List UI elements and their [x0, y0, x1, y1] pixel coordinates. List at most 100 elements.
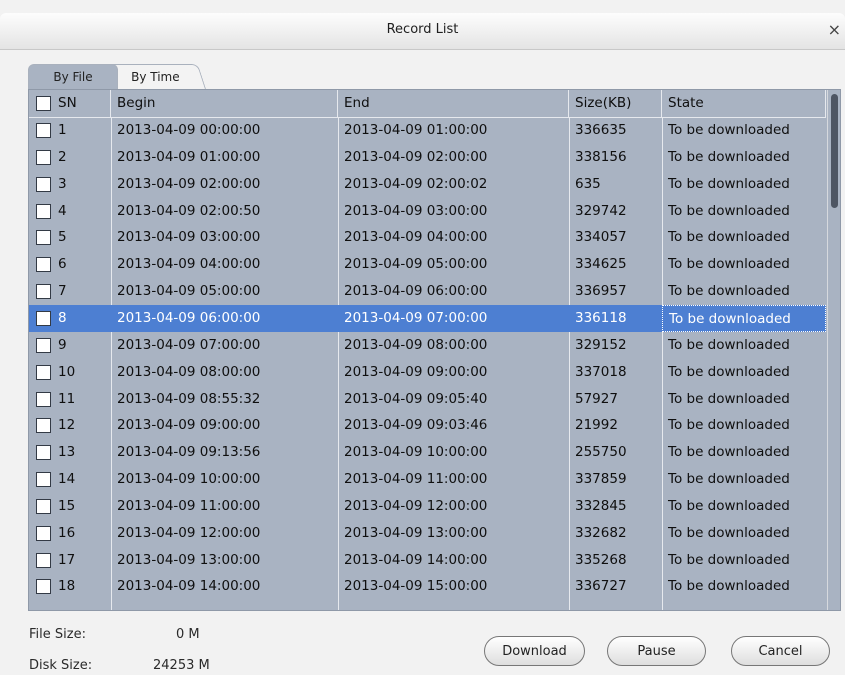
begin-cell: 2013-04-09 05:00:00: [117, 283, 261, 300]
column-header-begin[interactable]: Begin: [111, 90, 338, 117]
begin-cell: 2013-04-09 01:00:00: [117, 148, 261, 165]
end-cell: 2013-04-09 02:00:00: [344, 148, 488, 165]
row-checkbox[interactable]: [36, 123, 51, 138]
end-cell: 2013-04-09 04:00:00: [344, 229, 488, 246]
row-checkbox[interactable]: [36, 230, 51, 246]
sn-value: 2: [58, 148, 67, 165]
begin-cell: 2013-04-09 02:00:00: [117, 175, 261, 192]
row-checkbox[interactable]: [36, 203, 51, 219]
row-checkbox[interactable]: [36, 284, 51, 300]
row-checkbox[interactable]: [36, 364, 51, 380]
row-checkbox[interactable]: [36, 552, 51, 568]
table-row[interactable]: 1 2013-04-09 00:00:00 2013-04-09 01:00:00 3…: [29, 117, 826, 144]
sn-value: 1: [58, 122, 67, 138]
row-checkbox[interactable]: [36, 149, 51, 165]
close-icon[interactable]: ×: [828, 20, 841, 39]
state-cell: To be downloaded: [668, 336, 790, 353]
table-row[interactable]: 4 2013-04-09 02:00:50 2013-04-09 03:00:00 3…: [29, 198, 826, 225]
state-cell: To be downloaded: [668, 551, 790, 568]
row-checkbox[interactable]: [36, 337, 51, 353]
download-button[interactable]: Download: [484, 636, 585, 666]
table-row[interactable]: 15 2013-04-09 11:00:00 2013-04-09 12:00:00…: [29, 493, 826, 520]
table-row[interactable]: 13 2013-04-09 09:13:56 2013-04-09 10:00:00…: [29, 439, 826, 466]
sn-cell: 14: [29, 466, 111, 493]
sn-value: 5: [58, 229, 67, 246]
row-checkbox[interactable]: [36, 525, 51, 541]
column-header-size[interactable]: Size(KB): [569, 90, 662, 117]
size-cell: 57927: [575, 390, 618, 407]
table-row[interactable]: 3 2013-04-09 02:00:00 2013-04-09 02:00:02 6…: [29, 171, 826, 198]
table-row[interactable]: 10 2013-04-09 08:00:00 2013-04-09 09:00:00…: [29, 359, 826, 386]
column-header-end[interactable]: End: [338, 90, 569, 117]
end-cell: 2013-04-09 02:00:02: [344, 175, 488, 192]
state-cell: To be downloaded: [668, 229, 790, 246]
size-cell: 635: [575, 175, 601, 192]
file-size-label: File Size:: [29, 627, 86, 642]
sn-cell: 15: [29, 493, 111, 520]
sn-cell: 12: [29, 412, 111, 439]
tab-by-time[interactable]: By Time: [103, 64, 206, 89]
cancel-button[interactable]: Cancel: [731, 636, 830, 666]
table-row[interactable]: 14 2013-04-09 10:00:00 2013-04-09 11:00:00…: [29, 466, 826, 493]
table-row[interactable]: 6 2013-04-09 04:00:00 2013-04-09 05:00:00 3…: [29, 251, 826, 278]
size-cell: 329742: [575, 202, 627, 219]
size-cell: 332845: [575, 497, 627, 514]
begin-cell: 2013-04-09 03:00:00: [117, 229, 261, 246]
sn-cell: 4: [29, 198, 111, 225]
begin-cell: 2013-04-09 08:55:32: [117, 390, 261, 407]
vertical-scrollbar[interactable]: [827, 90, 840, 610]
tab-by-file[interactable]: By File: [28, 64, 118, 89]
size-cell: 334057: [575, 229, 627, 246]
table-row[interactable]: 17 2013-04-09 13:00:00 2013-04-09 14:00:00…: [29, 547, 826, 574]
table-row[interactable]: 8 2013-04-09 06:00:00 2013-04-09 07:00:00 3…: [29, 304, 826, 332]
sn-value: 6: [58, 256, 67, 273]
state-cell: To be downloaded: [668, 363, 790, 380]
sn-cell: 16: [29, 520, 111, 547]
scrollbar-thumb[interactable]: [831, 94, 838, 208]
column-header-sn: SN: [29, 90, 111, 117]
sn-cell: 18: [29, 573, 111, 600]
size-cell: 337018: [575, 363, 627, 380]
end-cell: 2013-04-09 03:00:00: [344, 202, 488, 219]
begin-cell: 2013-04-09 04:00:00: [117, 256, 261, 273]
table-row[interactable]: 5 2013-04-09 03:00:00 2013-04-09 04:00:00 3…: [29, 224, 826, 251]
table-row[interactable]: 7 2013-04-09 05:00:00 2013-04-09 06:00:00 3…: [29, 278, 826, 305]
disk-size-value: 24253 M: [153, 658, 210, 673]
sn-cell: 2: [29, 144, 111, 171]
table-row[interactable]: 12 2013-04-09 09:00:00 2013-04-09 09:03:46…: [29, 412, 826, 439]
title-bar: Record List ×: [0, 13, 845, 50]
row-checkbox[interactable]: [36, 257, 51, 273]
size-cell: 337859: [575, 471, 627, 488]
end-cell: 2013-04-09 06:00:00: [344, 283, 488, 300]
sn-value: 14: [58, 471, 76, 488]
row-checkbox[interactable]: [36, 418, 51, 434]
sn-value: 17: [58, 551, 76, 568]
state-cell: To be downloaded: [668, 390, 790, 407]
row-checkbox[interactable]: [36, 445, 51, 461]
end-cell: 2013-04-09 09:03:46: [344, 417, 488, 434]
begin-cell: 2013-04-09 11:00:00: [117, 497, 261, 514]
table-row[interactable]: 2 2013-04-09 01:00:00 2013-04-09 02:00:00 3…: [29, 144, 826, 171]
row-checkbox[interactable]: [36, 498, 51, 514]
end-cell: 2013-04-09 11:00:00: [344, 471, 488, 488]
table-row[interactable]: 18 2013-04-09 14:00:00 2013-04-09 15:00:00…: [29, 573, 826, 600]
table-row[interactable]: 16 2013-04-09 12:00:00 2013-04-09 13:00:00…: [29, 520, 826, 547]
row-checkbox[interactable]: [36, 579, 51, 595]
end-cell: 2013-04-09 05:00:00: [344, 256, 488, 273]
size-cell: 21992: [575, 417, 618, 434]
select-all-checkbox[interactable]: [36, 96, 51, 111]
row-checkbox[interactable]: [36, 310, 51, 326]
row-checkbox[interactable]: [36, 176, 51, 192]
pause-button[interactable]: Pause: [607, 636, 706, 666]
state-cell: To be downloaded: [668, 175, 790, 192]
column-header-state[interactable]: State: [662, 90, 826, 117]
sn-value: 16: [58, 524, 76, 541]
row-checkbox[interactable]: [36, 472, 51, 488]
size-cell: 329152: [575, 336, 627, 353]
table-row[interactable]: 9 2013-04-09 07:00:00 2013-04-09 08:00:00 3…: [29, 332, 826, 359]
disk-size-label: Disk Size:: [29, 658, 93, 673]
sn-cell: 9: [29, 332, 111, 359]
begin-cell: 2013-04-09 10:00:00: [117, 471, 261, 488]
table-row[interactable]: 11 2013-04-09 08:55:32 2013-04-09 09:05:40…: [29, 386, 826, 413]
row-checkbox[interactable]: [36, 391, 51, 407]
